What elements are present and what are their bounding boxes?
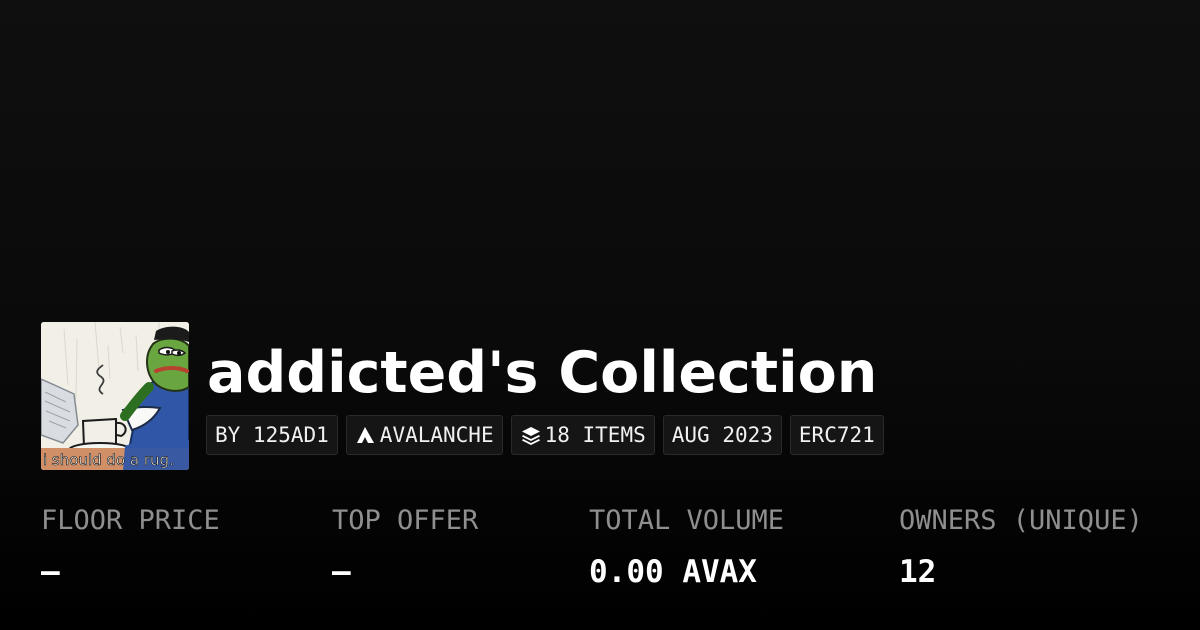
collection-avatar[interactable]: i should do a rug. [41,322,189,470]
floor-price-value: — [41,554,60,590]
creator-tag[interactable]: BY 125AD1 [206,415,338,455]
creator-tag-label: BY 125AD1 [215,423,329,447]
collection-stats: FLOOR PRICE — TOP OFFER — TOTAL VOLUME 0… [41,503,1161,598]
date-tag[interactable]: AUG 2023 [662,415,782,455]
top-offer-stat: TOP OFFER — [332,503,478,598]
layers-icon [520,424,542,446]
collection-title: addicted's Collection [207,340,878,406]
standard-tag-label: ERC721 [798,423,875,447]
standard-tag[interactable]: ERC721 [789,415,884,455]
owners-label: OWNERS (UNIQUE) [899,505,1143,536]
svg-text:i should do a rug.: i should do a rug. [43,451,174,469]
items-tag[interactable]: 18 ITEMS [510,415,655,455]
floor-price-stat: FLOOR PRICE — [41,503,220,598]
collection-header: i should do a rug. addicted's Collection… [41,322,1161,470]
date-tag-label: AUG 2023 [671,423,773,447]
collection-meta-tags: BY 125AD1 AVALANCHE 18 ITEMS AUG 2023 ER… [206,415,884,455]
top-offer-label: TOP OFFER [332,505,479,536]
owners-value: 12 [899,554,937,590]
floor-price-label: FLOOR PRICE [41,505,220,536]
items-tag-label: 18 ITEMS [544,423,646,447]
network-tag-label: AVALANCHE [379,423,494,447]
network-tag[interactable]: AVALANCHE [345,415,503,455]
total-volume-label: TOTAL VOLUME [589,505,785,536]
total-volume-stat: TOTAL VOLUME 0.00 AVAX [589,503,784,598]
total-volume-value: 0.00 AVAX [589,554,757,590]
owners-stat: OWNERS (UNIQUE) 12 [899,503,1143,598]
avalanche-icon [355,424,377,446]
top-offer-value: — [332,554,351,590]
